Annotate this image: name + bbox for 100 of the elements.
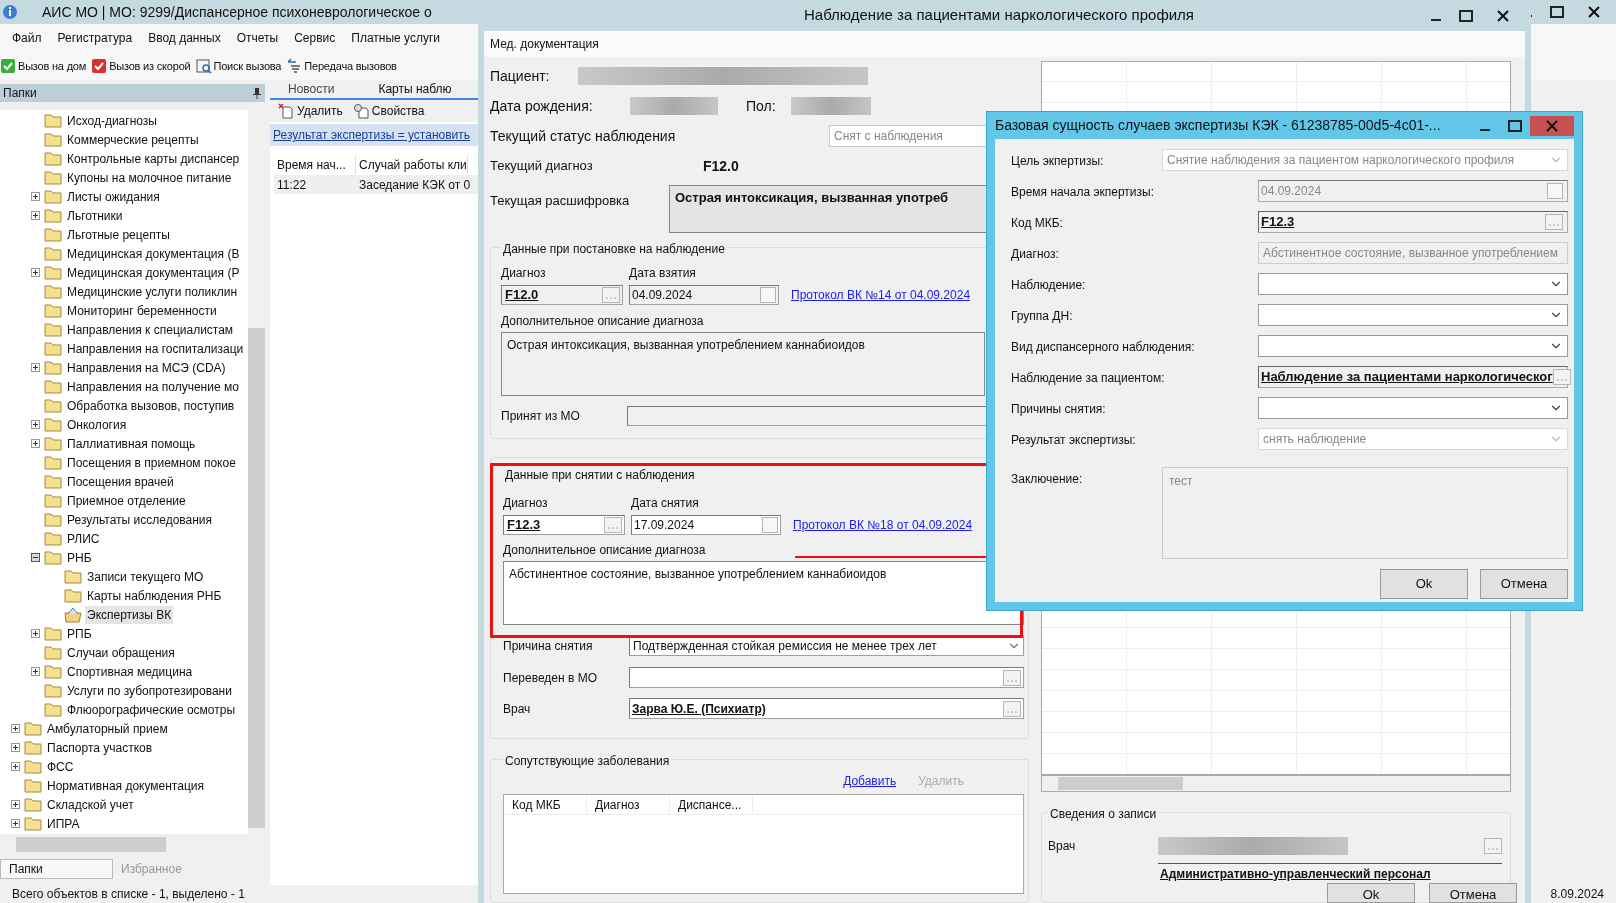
tree-item[interactable]: РПБ	[65, 624, 94, 643]
tree-item[interactable]: Обработка вызовов, поступив	[65, 396, 237, 415]
protocol-link[interactable]: Протокол ВК №14 от 04.09.2024	[791, 286, 971, 304]
content-tab[interactable]: Карты наблю	[378, 80, 452, 98]
table-row[interactable]: 11:22 Заседание КЭК от 0	[274, 175, 478, 194]
lookup-field[interactable]: F12.3	[503, 515, 625, 535]
expander-icon[interactable]	[10, 800, 20, 809]
expander-icon[interactable]	[30, 439, 40, 448]
dialog-button[interactable]: Отмена	[1480, 569, 1568, 599]
tree-item[interactable]: Записи текущего МО	[85, 567, 206, 586]
tree-item[interactable]: Направления к специалистам	[65, 320, 236, 339]
toolbar-button[interactable]: Вызов на дом	[0, 57, 87, 75]
scrollbar-thumb[interactable]	[248, 328, 265, 828]
date-field[interactable]: 17.09.2024	[631, 515, 781, 535]
text-area[interactable]: Абстинентное состояние, вызванное употреблением каннабиоидов	[503, 561, 1024, 625]
tree-item[interactable]: Паспорта участков	[45, 738, 155, 757]
tree-item[interactable]: Направления на госпитализаци	[65, 339, 246, 358]
column-header[interactable]: Случай работы кли	[356, 156, 468, 174]
toolbar-button[interactable]: Поиск вызова	[195, 57, 282, 75]
action-button[interactable]: Удалить	[278, 102, 343, 120]
expander-icon[interactable]	[30, 363, 40, 372]
tree-item[interactable]: Медицинские услуги поликлин	[65, 282, 240, 301]
close-button[interactable]	[1530, 115, 1574, 136]
expander-icon[interactable]	[30, 211, 40, 220]
lookup-field[interactable]: Наблюдение за пациентами наркологическог	[1258, 366, 1568, 388]
lookup-field[interactable]	[629, 667, 1024, 688]
tree-item[interactable]: Направления на получение мо	[65, 377, 241, 396]
panel-tab[interactable]: Папки	[0, 859, 113, 879]
filter-link[interactable]: Результат экспертизы = установить	[273, 126, 471, 144]
tree-item[interactable]: Экспертизы ВК	[85, 605, 174, 624]
dropdown[interactable]	[1258, 335, 1568, 357]
tree-item[interactable]: ИПРА	[45, 814, 82, 833]
expander-icon[interactable]	[10, 819, 20, 828]
column-header[interactable]: Код МКБ	[504, 795, 587, 814]
expander-icon[interactable]	[30, 420, 40, 429]
tree-item[interactable]: Результаты исследования	[65, 510, 215, 529]
tree-item[interactable]: ФСС	[45, 757, 76, 776]
tree-item[interactable]: Онкология	[65, 415, 129, 434]
menu-item[interactable]: Файл	[12, 29, 42, 47]
menu-item[interactable]: Отчеты	[236, 29, 279, 47]
dialog-button[interactable]: Ok	[1380, 569, 1468, 599]
dialog-button[interactable]: Ok	[1327, 883, 1415, 903]
document-tab[interactable]: Мед. документация	[484, 35, 605, 53]
tree-item[interactable]: РЛИС	[65, 529, 102, 548]
expander-icon[interactable]	[10, 743, 20, 752]
tree-item[interactable]: Паллиативная помощь	[65, 434, 198, 453]
tree-item[interactable]: Амбулаторный прием	[45, 719, 170, 738]
dialog-button[interactable]: Отмена	[1429, 883, 1517, 903]
lookup-field[interactable]: F12.0	[501, 285, 623, 305]
tree-item[interactable]: Спортивная медицина	[65, 662, 195, 681]
tree-item[interactable]: Складской учет	[45, 795, 136, 814]
tree-item[interactable]: Льготники	[65, 206, 125, 225]
expander-icon[interactable]	[30, 268, 40, 277]
tree-item[interactable]: Посещения врачей	[65, 472, 176, 491]
menu-item[interactable]: Сервис	[294, 29, 336, 47]
menu-item[interactable]: Платные услуги	[351, 29, 441, 47]
dropdown[interactable]	[1258, 273, 1568, 295]
horizontal-scrollbar[interactable]	[1041, 775, 1511, 792]
text-area[interactable]: Острая интоксикация, вызванная употреблением каннабиоидов	[501, 332, 985, 396]
expander-icon[interactable]	[30, 667, 40, 676]
tree-item[interactable]: Карты наблюдения РНБ	[85, 586, 224, 605]
action-button[interactable]: Свойства	[352, 102, 425, 120]
toolbar-button[interactable]: Вызов из скорой	[91, 57, 191, 75]
tree-item[interactable]: Контрольные карты диспансер	[65, 149, 242, 168]
date-field[interactable]: 04.09.2024	[629, 285, 779, 305]
tree-item[interactable]: Направления на МСЭ (CDA)	[65, 358, 228, 377]
tree-item[interactable]: РНБ	[65, 548, 94, 567]
expander-icon[interactable]	[30, 629, 40, 638]
tree-item[interactable]: Флюорографические осмотры	[65, 700, 238, 719]
tree-item[interactable]: Посещения в приемном покое	[65, 453, 238, 472]
expander-icon[interactable]	[30, 192, 40, 201]
menu-item[interactable]: Регистратура	[57, 29, 133, 47]
tree-item[interactable]: Мониторинг беременности	[65, 301, 219, 320]
add-link[interactable]: Добавить	[843, 772, 897, 790]
expander-icon[interactable]	[10, 762, 20, 771]
protocol-link[interactable]: Протокол ВК №18 от 04.09.2024	[793, 516, 973, 534]
toolbar-button[interactable]: Передача вызовов	[286, 57, 397, 75]
tree-item[interactable]: Приемное отделение	[65, 491, 188, 510]
tree-item[interactable]: Листы ожидания	[65, 187, 162, 206]
scrollbar-thumb[interactable]	[16, 837, 166, 852]
column-header[interactable]: Диспансе...	[670, 795, 753, 814]
tree-item[interactable]: Исход-диагнозы	[65, 111, 159, 130]
column-header[interactable]: Диагноз	[587, 795, 670, 814]
lookup-field[interactable]: F12.3	[1258, 211, 1568, 233]
tree-item[interactable]: Медицинская документация (В	[65, 244, 242, 263]
tree-item[interactable]: Медицинская документация (Р	[65, 263, 242, 282]
scrollbar-thumb[interactable]	[1058, 777, 1183, 790]
tree-item[interactable]: Коммерческие рецепты	[65, 130, 201, 149]
content-tab[interactable]: Новости	[288, 80, 335, 98]
dropdown[interactable]	[1258, 304, 1568, 326]
pin-icon[interactable]	[252, 87, 262, 99]
tree-item[interactable]: Услуги по зубопротезировани	[65, 681, 234, 700]
dropdown[interactable]	[1258, 397, 1568, 419]
tree-item[interactable]: Купоны на молочное питание	[65, 168, 234, 187]
expander-icon[interactable]	[30, 553, 40, 562]
menu-item[interactable]: Ввод данных	[148, 29, 221, 47]
tree-item[interactable]: Нормативная документация	[45, 776, 206, 795]
expander-icon[interactable]	[10, 724, 20, 733]
lookup-field[interactable]: Зарва Ю.Е. (Психиатр)	[629, 698, 1024, 719]
tree-item[interactable]: Случаи обращения	[65, 643, 177, 662]
